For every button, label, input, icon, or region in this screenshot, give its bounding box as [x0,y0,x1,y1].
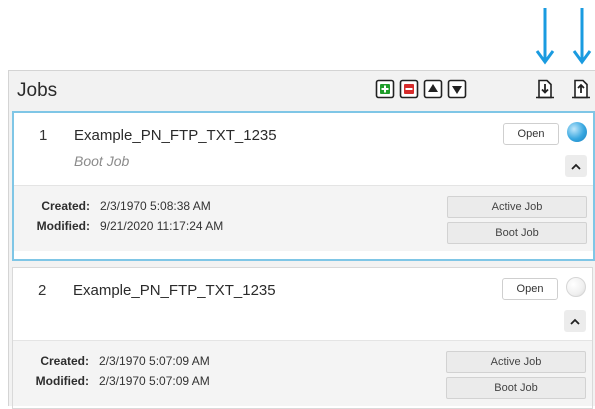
boot-job-button[interactable]: Boot Job [446,377,586,399]
active-job-button[interactable]: Active Job [446,351,586,373]
job-number: 1 [39,127,48,144]
job-subtitle: Boot Job [74,153,130,169]
boot-job-button[interactable]: Boot Job [447,222,587,244]
job-header: 1 Example_PN_FTP_TXT_1235 Boot Job Open [14,113,593,185]
move-down-icon [447,79,467,99]
jobs-panel-header: Jobs [9,71,595,111]
remove-job-button[interactable] [399,79,419,99]
chevron-up-icon [571,163,581,170]
annotation-arrow-upload [572,8,592,66]
download-job-button[interactable] [535,79,555,99]
job-card[interactable]: 2 Example_PN_FTP_TXT_1235 Open Created: … [12,267,593,409]
modified-label: Modified: [35,374,89,388]
created-value: 2/3/1970 5:08:38 AM [100,199,211,213]
job-card[interactable]: 1 Example_PN_FTP_TXT_1235 Boot Job Open … [12,111,595,261]
status-indicator-icon [566,277,586,297]
download-icon [536,79,554,99]
modified-label: Modified: [36,219,90,233]
add-icon [375,79,395,99]
upload-job-button[interactable] [571,79,591,99]
job-name: Example_PN_FTP_TXT_1235 [73,282,276,299]
jobs-panel: Jobs 1 Example_PN_FTP_TXT_1235 Boot Job … [8,70,595,409]
annotation-arrow-download [535,8,555,66]
open-button[interactable]: Open [502,278,558,300]
panel-title: Jobs [17,80,58,101]
created-label: Created: [41,199,90,213]
modified-value: 2/3/1970 5:07:09 AM [99,374,210,388]
job-details: Created: 2/3/1970 5:07:09 AM Modified: 2… [13,340,592,406]
collapse-button[interactable] [565,155,587,177]
created-value: 2/3/1970 5:07:09 AM [99,354,210,368]
job-name: Example_PN_FTP_TXT_1235 [74,127,277,144]
open-button[interactable]: Open [503,123,559,145]
move-up-button[interactable] [423,79,443,99]
job-details: Created: 2/3/1970 5:08:38 AM Modified: 9… [14,185,593,251]
upload-icon [572,79,590,99]
collapse-button[interactable] [564,310,586,332]
move-up-icon [423,79,443,99]
remove-icon [399,79,419,99]
status-indicator-icon [567,122,587,142]
move-down-button[interactable] [447,79,467,99]
job-number: 2 [38,282,47,299]
active-job-button[interactable]: Active Job [447,196,587,218]
job-header: 2 Example_PN_FTP_TXT_1235 Open [13,268,592,340]
created-label: Created: [40,354,89,368]
modified-value: 9/21/2020 11:17:24 AM [100,219,224,233]
add-job-button[interactable] [375,79,395,99]
chevron-up-icon [570,318,580,325]
